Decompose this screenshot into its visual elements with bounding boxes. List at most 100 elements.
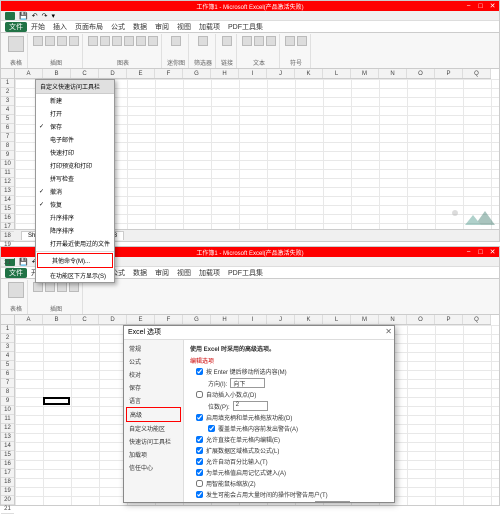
picture-icon[interactable]: [33, 36, 43, 46]
row-header[interactable]: 8: [1, 142, 14, 151]
dialog-sidebar-item[interactable]: 校对: [126, 368, 181, 381]
column-header[interactable]: K: [295, 315, 323, 324]
row-header[interactable]: 1: [1, 79, 14, 88]
tab-data[interactable]: 数据: [129, 22, 151, 32]
close-icon[interactable]: ✕: [488, 248, 497, 256]
column-header[interactable]: N: [379, 69, 407, 78]
row-header[interactable]: 17: [1, 469, 14, 478]
dropdown-item[interactable]: 快速打印: [36, 146, 114, 159]
row-header[interactable]: 4: [1, 352, 14, 361]
column-header[interactable]: O: [407, 69, 435, 78]
select-all-corner[interactable]: [1, 69, 15, 79]
column-header[interactable]: G: [183, 69, 211, 78]
dropdown-item[interactable]: 电子邮件: [36, 133, 114, 146]
column-header[interactable]: H: [211, 315, 239, 324]
row-header[interactable]: 10: [1, 406, 14, 415]
column-header[interactable]: J: [267, 69, 295, 78]
dropdown-item[interactable]: 升序排序: [36, 211, 114, 224]
column-header[interactable]: D: [99, 315, 127, 324]
column-header[interactable]: B: [43, 315, 71, 324]
worksheet-grid[interactable]: 自定义快速访问工具栏 新建打开✓保存电子邮件快速打印打印预览和打印拼写检查✓撤消…: [15, 79, 499, 229]
header-footer-icon[interactable]: [254, 36, 264, 46]
worksheet-grid[interactable]: Excel 选项 ✕ 常规公式校对保存语言高级自定义功能区快速访问工具栏加载项信…: [15, 325, 499, 505]
minimize-icon[interactable]: −: [464, 248, 473, 256]
dropdown-item-show-below[interactable]: 在功能区下方显示(S): [36, 269, 114, 282]
checkbox-enter-move[interactable]: [196, 368, 203, 375]
column-header[interactable]: Q: [463, 69, 491, 78]
shapes-icon[interactable]: [57, 36, 67, 46]
dialog-sidebar-item[interactable]: 信任中心: [126, 461, 181, 474]
row-header[interactable]: 1: [1, 325, 14, 334]
dropdown-item[interactable]: ✓保存: [36, 120, 114, 133]
row-header[interactable]: 13: [1, 433, 14, 442]
column-header[interactable]: H: [211, 69, 239, 78]
places-input[interactable]: 2: [233, 401, 268, 411]
column-header[interactable]: L: [323, 315, 351, 324]
clipart-icon[interactable]: [45, 36, 55, 46]
select-all-corner[interactable]: [1, 315, 15, 325]
row-header[interactable]: 10: [1, 160, 14, 169]
dialog-sidebar-item[interactable]: 加载项: [126, 448, 181, 461]
row-header[interactable]: 4: [1, 106, 14, 115]
wordart-icon[interactable]: [266, 36, 276, 46]
column-header[interactable]: C: [71, 315, 99, 324]
row-header[interactable]: 5: [1, 361, 14, 370]
column-header[interactable]: J: [267, 315, 295, 324]
row-header[interactable]: 6: [1, 124, 14, 133]
dialog-sidebar-item[interactable]: 公式: [126, 355, 181, 368]
row-header[interactable]: 9: [1, 397, 14, 406]
column-header[interactable]: E: [127, 315, 155, 324]
tab-pdf[interactable]: PDF工具集: [224, 22, 267, 32]
column-header[interactable]: D: [99, 69, 127, 78]
row-header[interactable]: 15: [1, 205, 14, 214]
selected-cell[interactable]: [43, 397, 70, 405]
row-header[interactable]: 2: [1, 88, 14, 97]
column-header[interactable]: G: [183, 315, 211, 324]
table-icon[interactable]: [8, 36, 24, 52]
row-header[interactable]: 5: [1, 115, 14, 124]
tab-view[interactable]: 视图: [173, 22, 195, 32]
qat-save-icon[interactable]: 💾: [19, 258, 28, 266]
smartart-icon[interactable]: [69, 36, 79, 46]
dropdown-item[interactable]: 打印预览和打印: [36, 159, 114, 172]
textbox-icon[interactable]: [242, 36, 252, 46]
pie-chart-icon[interactable]: [112, 36, 122, 46]
column-header[interactable]: I: [239, 315, 267, 324]
bar-chart-icon[interactable]: [124, 36, 134, 46]
checkbox-edit-in-cell[interactable]: [196, 436, 203, 443]
dropdown-item[interactable]: ✓撤消: [36, 185, 114, 198]
column-header[interactable]: P: [435, 315, 463, 324]
row-header[interactable]: 11: [1, 415, 14, 424]
table-icon[interactable]: [8, 282, 24, 298]
checkbox-extend-format[interactable]: [196, 447, 203, 454]
tab-addin[interactable]: 加载项: [195, 268, 224, 278]
column-header[interactable]: I: [239, 69, 267, 78]
row-header[interactable]: 21: [1, 259, 14, 268]
qat-undo-icon[interactable]: ↶: [32, 12, 38, 20]
column-header[interactable]: E: [127, 69, 155, 78]
dialog-sidebar-item[interactable]: 语言: [126, 394, 181, 407]
tab-insert[interactable]: 插入: [49, 22, 71, 32]
shapes-icon[interactable]: [57, 282, 67, 292]
close-icon[interactable]: ✕: [488, 2, 497, 10]
row-header[interactable]: 15: [1, 451, 14, 460]
row-header[interactable]: 7: [1, 379, 14, 388]
column-header[interactable]: N: [379, 315, 407, 324]
symbol-icon[interactable]: [297, 36, 307, 46]
dialog-close-icon[interactable]: ✕: [385, 327, 392, 336]
qat-save-icon[interactable]: 💾: [19, 12, 28, 20]
column-header[interactable]: A: [15, 69, 43, 78]
tab-view[interactable]: 视图: [173, 268, 195, 278]
row-header[interactable]: 9: [1, 151, 14, 160]
row-header[interactable]: 18: [1, 478, 14, 487]
row-header[interactable]: 19: [1, 487, 14, 496]
tab-formula[interactable]: 公式: [107, 22, 129, 32]
column-header[interactable]: C: [71, 69, 99, 78]
qat-redo-icon[interactable]: ↷: [42, 12, 48, 20]
dropdown-item[interactable]: ✓恢复: [36, 198, 114, 211]
row-header[interactable]: 8: [1, 388, 14, 397]
row-header[interactable]: 20: [1, 496, 14, 505]
dialog-sidebar-item[interactable]: 快速访问工具栏: [126, 435, 181, 448]
column-header[interactable]: F: [155, 315, 183, 324]
row-header[interactable]: 12: [1, 424, 14, 433]
